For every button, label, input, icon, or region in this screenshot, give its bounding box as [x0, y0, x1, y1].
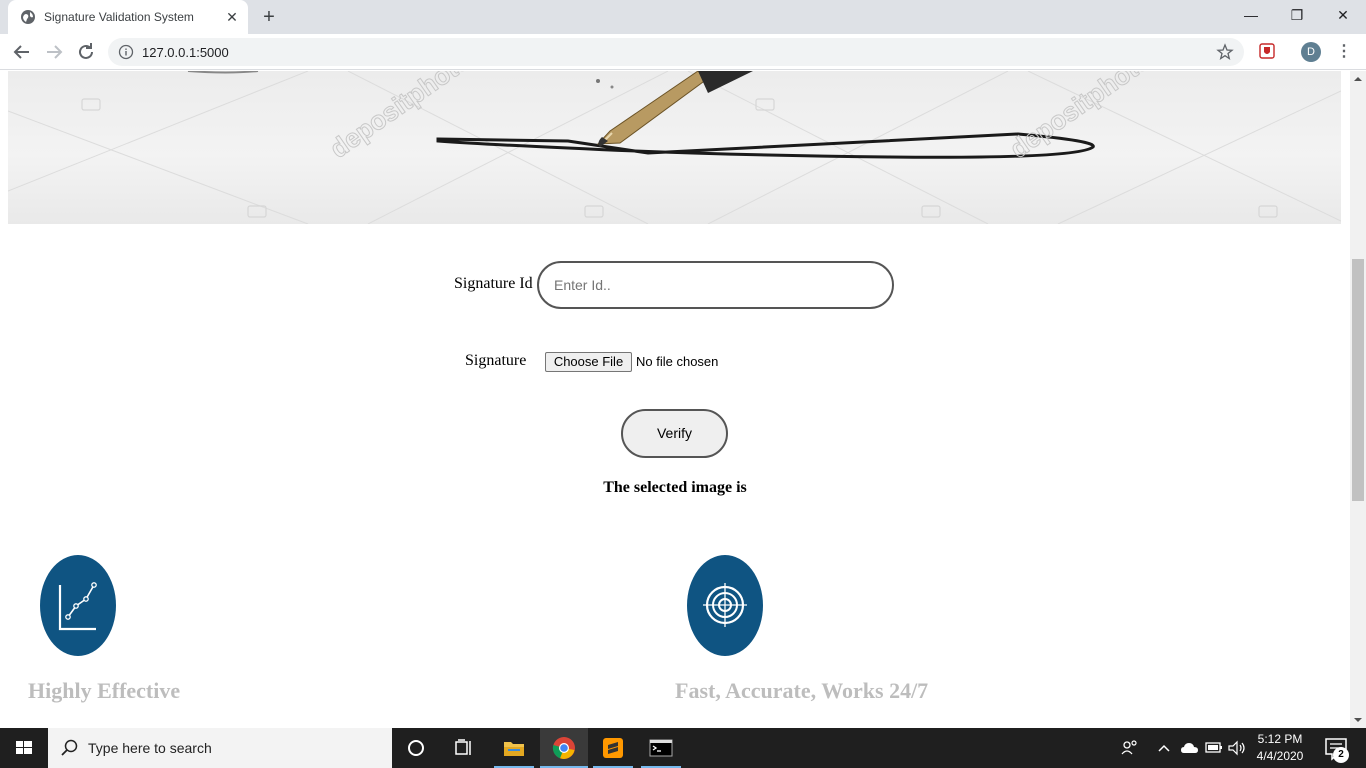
new-tab-button[interactable]: +	[258, 6, 280, 28]
sublime-text-icon[interactable]	[589, 728, 637, 768]
address-bar[interactable]: 127.0.0.1:5000	[108, 38, 1244, 66]
tab-strip: Signature Validation System ✕ + — ❐ ✕	[0, 0, 1366, 34]
signature-id-label: Signature Id	[454, 275, 533, 292]
verify-button[interactable]: Verify	[621, 409, 728, 458]
info-icon[interactable]	[118, 44, 134, 60]
battery-icon[interactable]	[1205, 741, 1223, 755]
browser-tab[interactable]: Signature Validation System ✕	[8, 0, 248, 34]
target-icon	[687, 555, 763, 656]
globe-icon	[21, 10, 35, 24]
result-text: The selected image is	[603, 479, 747, 496]
taskbar-clock[interactable]: 5:12 PM 4/4/2020	[1248, 731, 1312, 765]
taskbar-search-placeholder: Type here to search	[88, 740, 212, 756]
taskbar: Type here to search 5:12 PM 4/4/2020	[0, 728, 1366, 768]
terminal-icon[interactable]	[637, 728, 685, 768]
notification-count-badge: 2	[1333, 747, 1349, 763]
back-arrow-icon[interactable]	[10, 40, 34, 64]
browser-menu-icon[interactable]: ⋮	[1336, 42, 1352, 62]
scroll-up-arrow-icon[interactable]	[1350, 71, 1366, 87]
clock-date: 4/4/2020	[1256, 749, 1304, 763]
scrollbar-thumb[interactable]	[1352, 259, 1364, 501]
minimize-button[interactable]: —	[1228, 0, 1274, 30]
close-window-button[interactable]: ✕	[1320, 0, 1366, 30]
windows-start-icon[interactable]	[0, 728, 48, 768]
url-text[interactable]: 127.0.0.1:5000	[142, 45, 229, 60]
cortana-icon[interactable]	[392, 728, 440, 768]
choose-file-button[interactable]: Choose File	[545, 352, 632, 372]
forward-arrow-icon[interactable]	[42, 40, 66, 64]
chrome-icon[interactable]	[540, 728, 588, 768]
taskbar-search-box[interactable]: Type here to search	[48, 728, 392, 768]
browser-toolbar: 127.0.0.1:5000	[0, 34, 1366, 70]
page-scrollbar[interactable]	[1350, 71, 1366, 728]
clock-time: 5:12 PM	[1257, 732, 1303, 746]
profile-avatar[interactable]: D	[1301, 42, 1321, 62]
chevron-up-icon[interactable]	[1156, 740, 1172, 756]
scroll-down-arrow-icon[interactable]	[1350, 712, 1366, 728]
search-icon	[61, 739, 78, 756]
signature-label: Signature	[465, 352, 527, 369]
volume-icon[interactable]	[1227, 739, 1247, 757]
hero-signature-image: depositphotos depositphotos	[8, 71, 1341, 224]
tab-title: Signature Validation System	[44, 10, 194, 24]
people-icon[interactable]	[1120, 738, 1140, 758]
feature-title: Fast, Accurate, Works 24/7	[675, 678, 929, 703]
close-tab-icon[interactable]: ✕	[223, 8, 241, 26]
bookmark-star-icon[interactable]	[1216, 43, 1234, 61]
task-view-icon[interactable]	[440, 728, 488, 768]
file-explorer-icon[interactable]	[490, 728, 538, 768]
reload-icon[interactable]	[74, 40, 98, 64]
onedrive-cloud-icon[interactable]	[1180, 739, 1200, 757]
file-status-text: No file chosen	[636, 354, 719, 369]
maximize-button[interactable]: ❐	[1274, 0, 1320, 30]
line-chart-icon	[40, 555, 116, 656]
feature-title: Highly Effective	[28, 678, 181, 703]
watermark-text: depositphotos	[324, 71, 488, 164]
page-content: depositphotos depositphotos Signature Id…	[0, 71, 1350, 728]
extension-shield-icon[interactable]	[1259, 43, 1275, 59]
signature-id-input[interactable]	[537, 261, 894, 309]
